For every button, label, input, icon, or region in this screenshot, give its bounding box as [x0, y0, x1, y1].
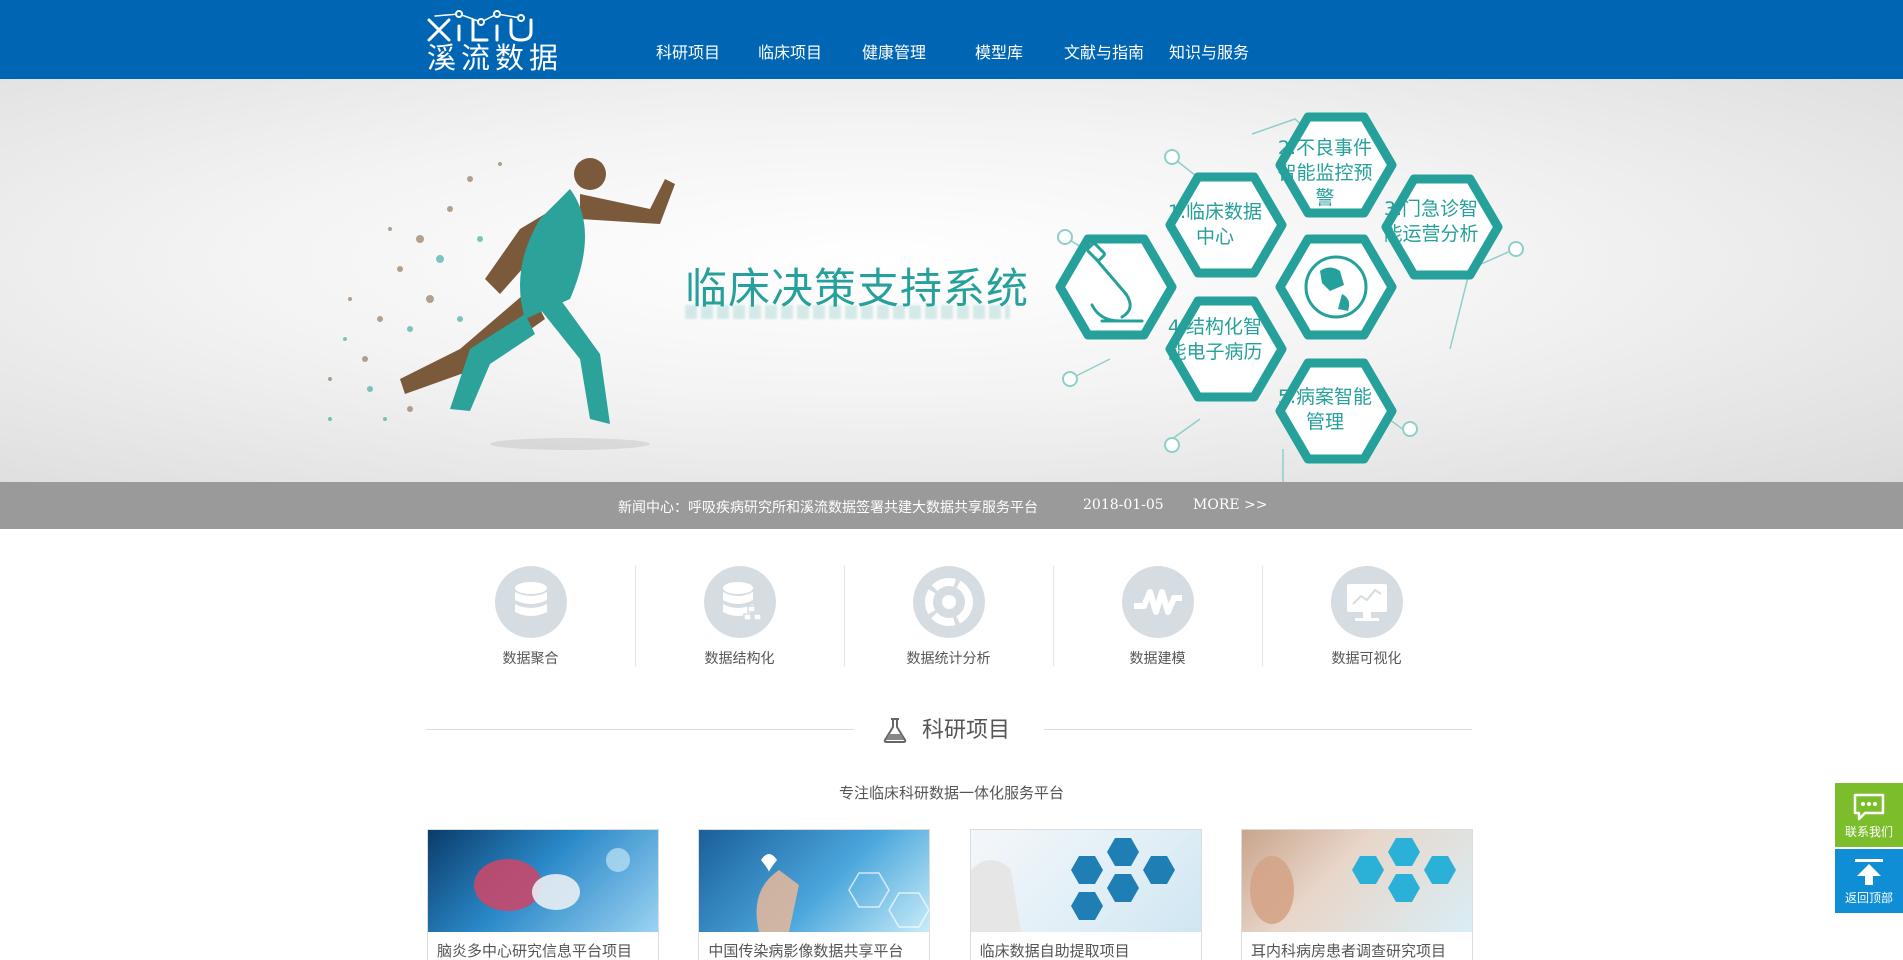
card-image	[699, 830, 930, 932]
divider	[426, 729, 854, 730]
feature-list: 数据聚合 数据结构化 数据统计分析 数据建模 数据可视化	[426, 566, 1472, 676]
feature-label: 数据建模	[1129, 651, 1186, 667]
pie-chart-icon	[912, 566, 985, 638]
feature-label: 数据统计分析	[906, 651, 991, 667]
logo-mark-icon	[427, 10, 533, 42]
monitor-chart-icon	[1330, 566, 1403, 638]
card-title: 耳内科病房患者调查研究项目	[1250, 942, 1446, 960]
database-icon	[494, 566, 567, 638]
card-title: 脑炎多中心研究信息平台项目	[437, 942, 633, 960]
hex-label-structured-emr: 4.结构化智能电子病历	[1167, 316, 1263, 363]
runner-illustration-icon	[328, 158, 675, 450]
nav-item-health[interactable]: 健康管理	[844, 0, 944, 79]
hex-label-medical-record-management: 5.病案智能管理	[1277, 386, 1373, 433]
hex-label-adverse-event-warning: 2.不良事件智能监控预警	[1277, 137, 1373, 209]
project-card[interactable]: 临床数据自助提取项目	[969, 829, 1202, 960]
divider	[1044, 729, 1472, 730]
section-title: 科研项目	[922, 718, 1011, 743]
contact-us-label: 联系我们	[1844, 825, 1893, 839]
top-header: 溪流数据 科研项目 临床项目 健康管理 模型库 文献与指南 知识与服务	[0, 0, 1903, 79]
back-to-top-label: 返回顶部	[1844, 891, 1893, 905]
logo[interactable]: 溪流数据	[425, 8, 595, 75]
news-headline[interactable]: 新闻中心：呼吸疾病研究所和溪流数据签署共建大数据共享服务平台	[618, 497, 1038, 517]
news-date: 2018-01-05	[1083, 497, 1164, 513]
hero-banner[interactable]: 临床决策支持系统 1.临床数据中心 2.不良事件智能监控预警 3.门急诊智能运营…	[0, 79, 1903, 482]
nav-item-clinical[interactable]: 临床项目	[736, 0, 844, 79]
feature-data-aggregation[interactable]: 数据聚合	[426, 566, 635, 676]
nav-item-models[interactable]: 模型库	[944, 0, 1054, 79]
feature-label: 数据结构化	[704, 651, 775, 667]
flask-icon	[883, 718, 907, 743]
database-structure-icon	[703, 566, 776, 638]
feature-label: 数据聚合	[502, 651, 559, 667]
project-card[interactable]: 脑炎多中心研究信息平台项目	[427, 829, 659, 960]
news-bar: 新闻中心：呼吸疾病研究所和溪流数据签署共建大数据共享服务平台 2018-01-0…	[0, 482, 1903, 529]
project-card[interactable]: 耳内科病房患者调查研究项目	[1240, 829, 1473, 960]
logo-text: 溪流数据	[427, 41, 564, 75]
card-title: 中国传染病影像数据共享平台	[708, 942, 904, 960]
section-subtitle: 专注临床科研数据一体化服务平台	[838, 784, 1064, 802]
back-to-top-button[interactable]: 返回顶部	[1835, 849, 1903, 913]
feature-data-visualization[interactable]: 数据可视化	[1262, 566, 1471, 676]
news-more-link[interactable]: MORE >>	[1193, 497, 1267, 513]
nav-item-services[interactable]: 知识与服务	[1154, 0, 1264, 79]
nav-item-research[interactable]: 科研项目	[640, 0, 736, 79]
contact-us-button[interactable]: 联系我们	[1835, 783, 1903, 847]
nav-item-literature[interactable]: 文献与指南	[1054, 0, 1154, 79]
main-nav: 科研项目 临床项目 健康管理 模型库 文献与指南 知识与服务	[640, 0, 1264, 79]
card-title: 临床数据自助提取项目	[979, 942, 1130, 960]
project-card[interactable]: 中国传染病影像数据共享平台	[698, 829, 931, 960]
card-image	[970, 830, 1201, 932]
feature-label: 数据可视化	[1331, 651, 1402, 667]
hex-label-outpatient-analysis: 3.门急诊智能运营分析	[1383, 198, 1479, 245]
waveform-icon	[1121, 566, 1194, 638]
banner-title-reflection	[685, 305, 1010, 319]
feature-statistical-analysis[interactable]: 数据统计分析	[844, 566, 1053, 676]
project-cards: 脑炎多中心研究信息平台项目 中国传染病影像数据共享平台 临床数据自助提取项目 耳…	[427, 829, 1473, 960]
arrow-up-icon	[1855, 859, 1883, 885]
feature-data-structuring[interactable]: 数据结构化	[635, 566, 844, 676]
chat-bubble-icon	[1853, 793, 1885, 821]
section-header: 科研项目	[426, 708, 1472, 748]
card-image	[428, 830, 658, 932]
hex-label-clinical-data-center: 1.临床数据中心	[1167, 201, 1263, 248]
card-image	[1241, 830, 1472, 932]
feature-data-modeling[interactable]: 数据建模	[1053, 566, 1262, 676]
